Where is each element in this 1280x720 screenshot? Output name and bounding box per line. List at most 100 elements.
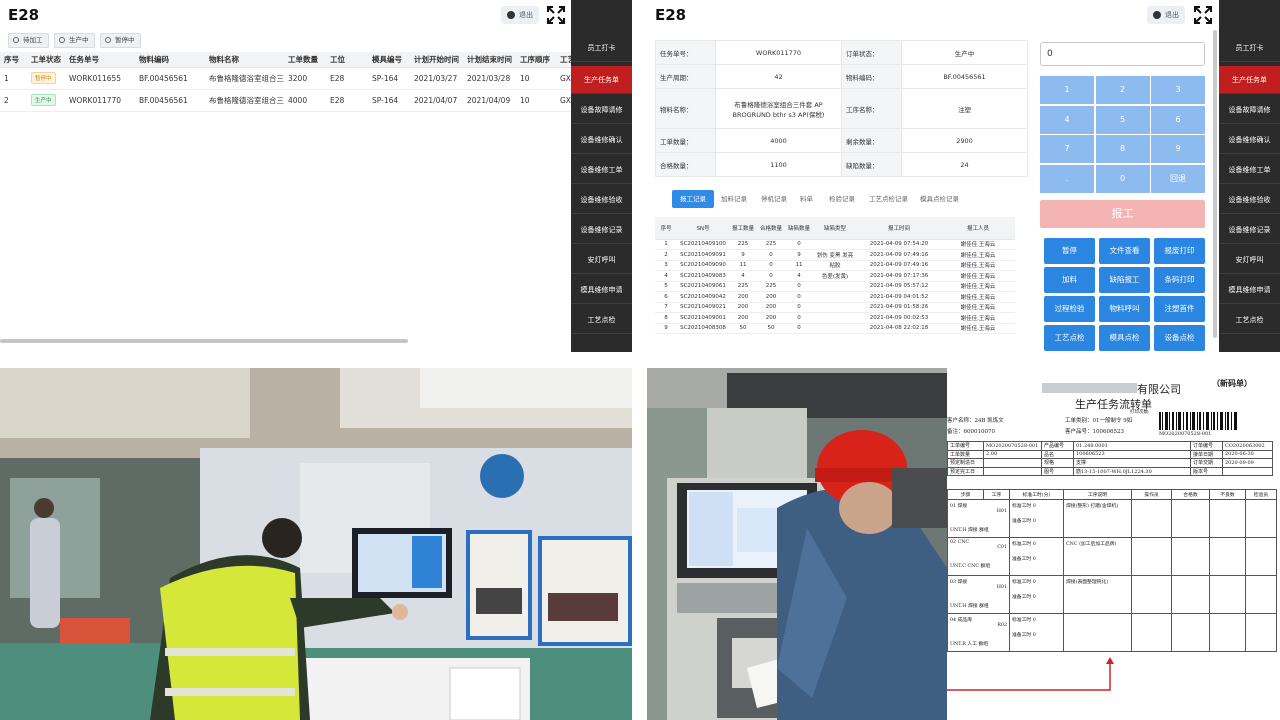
sidebar-item-clock-in[interactable]: 员工打卡: [571, 34, 632, 62]
col-header: 工位: [326, 52, 368, 68]
material-call-button[interactable]: 物料呼叫: [1099, 296, 1150, 322]
report-button[interactable]: 报工: [1040, 200, 1205, 228]
tab-material-list[interactable]: 料单: [792, 190, 821, 208]
barcode-print-button[interactable]: 条码打印: [1154, 267, 1205, 293]
record-row[interactable]: 3 SC20210409090 11 0 11 粘胶 2021-04-09 07:49:16…: [655, 260, 1015, 271]
pause-button[interactable]: 暂停: [1044, 238, 1095, 264]
col-header: 工单状态: [27, 52, 65, 68]
sidebar-menu: 员工打卡 生产任务单 设备故障请修 设备维修确认 设备维修工单 设备维修验收 设…: [1219, 0, 1280, 352]
sidebar-item-repair-record[interactable]: 设备维修记录: [571, 216, 632, 244]
key-backspace[interactable]: 回退: [1151, 164, 1205, 193]
sidebar-item-process-check[interactable]: 工艺点检: [571, 306, 632, 334]
col-header: 工单数量: [284, 52, 326, 68]
task-table: 序号 工单状态 任务单号 物料编码 物料名称 工单数量 工位 模具编号 计划开始…: [0, 52, 581, 112]
sidebar-item-andon[interactable]: 安灯呼叫: [1219, 246, 1280, 274]
record-row[interactable]: 1 SC20210409100 225 225 0 2021-04-09 07:54:20…: [655, 239, 1015, 250]
logout-button[interactable]: 退出: [501, 6, 539, 24]
key-dot[interactable]: .: [1040, 164, 1094, 193]
sidebar-item-repair-order[interactable]: 设备维修工单: [1219, 156, 1280, 184]
tab-feed-record[interactable]: 加料记录: [713, 190, 755, 208]
sidebar-item-repair-confirm[interactable]: 设备维修确认: [571, 126, 632, 154]
equipment-check-button[interactable]: 设备点检: [1154, 325, 1205, 351]
mold-check-button[interactable]: 模具点检: [1099, 325, 1150, 351]
step-row: 01 焊接 H01 UNT.H 焊接 群组 标准工时 0 准备工时 0 焊接(整形) 打磨…: [947, 499, 1277, 538]
view-file-button[interactable]: 文件查看: [1099, 238, 1150, 264]
sidebar-item-repair-accept[interactable]: 设备维修验收: [1219, 186, 1280, 214]
defect-report-button[interactable]: 缺陷报工: [1099, 267, 1150, 293]
record-row[interactable]: 6 SC20210409042 200 200 0 2021-04-09 04:01:52…: [655, 291, 1015, 303]
sidebar-item-repair-order[interactable]: 设备维修工单: [571, 156, 632, 184]
work-order-type: 工单类别：01一般制令 9如: [1065, 418, 1133, 424]
tab-inspection-record[interactable]: 检验记录: [821, 190, 863, 208]
filter-pending-button[interactable]: 待加工: [8, 33, 49, 48]
sidebar-item-andon[interactable]: 安灯呼叫: [571, 246, 632, 274]
add-material-button[interactable]: 加料: [1044, 267, 1095, 293]
sidebar-item-repair-accept[interactable]: 设备维修验收: [571, 186, 632, 214]
sidebar-item-mold-repair[interactable]: 模具维修申请: [1219, 276, 1280, 304]
filter-paused-button[interactable]: 暂停中: [100, 33, 141, 48]
process-inspection-button[interactable]: 过程检验: [1044, 296, 1095, 322]
status-badge: 生产中: [31, 94, 56, 106]
record-row[interactable]: 4 SC20210409083 4 0 4 色差(发黄) 2021-04-09 07:17:…: [655, 270, 1015, 282]
sidebar-item-fault-repair[interactable]: 设备故障请修: [1219, 96, 1280, 124]
key-4[interactable]: 4: [1040, 105, 1094, 134]
table-row[interactable]: 1 暂停中 WORK011655 BF.00456561 布鲁格隆德浴室组合三 …: [0, 67, 581, 90]
task-list-screen: E28 退出 待加工 生产中 暂停中 序号 工单状态 任务单号 物料编码 物料名…: [0, 0, 632, 352]
barcode-number: MO2020070528-001: [1159, 431, 1212, 437]
power-icon: [507, 11, 515, 19]
redacted-company-name: [1042, 383, 1137, 393]
key-1[interactable]: 1: [1040, 76, 1094, 104]
filter-producing-button[interactable]: 生产中: [54, 33, 95, 48]
sidebar-item-task-order[interactable]: 生产任务单: [571, 66, 632, 94]
col-header: 工序顺序: [516, 52, 556, 68]
record-row[interactable]: 9 SC20210408308 50 50 0 2021-04-08 22:02:18 謝佳…: [655, 323, 1015, 334]
key-5[interactable]: 5: [1095, 105, 1150, 134]
sidebar-item-clock-in[interactable]: 员工打卡: [1219, 34, 1280, 62]
record-row[interactable]: 2 SC20210409091 9 0 9 划伤 变黑 发亮 2021-04-09 07:4…: [655, 249, 1015, 261]
fullscreen-icon[interactable]: [547, 6, 565, 24]
status-badge: 暂停中: [31, 72, 56, 84]
company-name: 有限公司: [1137, 383, 1181, 396]
sidebar-item-repair-record[interactable]: 设备维修记录: [1219, 216, 1280, 244]
refresh-icon: [59, 37, 65, 43]
customer-name: 客户名称：24B 凯炼文: [947, 418, 1004, 424]
first-article-button[interactable]: 注塑首件: [1154, 296, 1205, 322]
horizontal-scrollbar[interactable]: [0, 339, 408, 343]
tab-process-check-record[interactable]: 工艺点检记录: [861, 190, 916, 208]
refresh-icon: [105, 37, 111, 43]
key-8[interactable]: 8: [1095, 135, 1150, 163]
vertical-scrollbar[interactable]: [1213, 30, 1217, 338]
scrap-print-button[interactable]: 报废打印: [1154, 238, 1205, 264]
key-3[interactable]: 3: [1151, 76, 1205, 104]
fullscreen-icon[interactable]: [1194, 6, 1212, 24]
step-row: 02 CNC C01 UNT.C CNC 群组 标准工时 0 准备工时 0 CNC (加工…: [947, 537, 1277, 576]
record-row[interactable]: 7 SC20210409021 200 200 0 2021-04-09 01:58:26…: [655, 302, 1015, 313]
sidebar-item-repair-confirm[interactable]: 设备维修确认: [1219, 126, 1280, 154]
sidebar-item-task-order[interactable]: 生产任务单: [1219, 66, 1280, 94]
tab-downtime-record[interactable]: 停机记录: [753, 190, 795, 208]
key-7[interactable]: 7: [1040, 135, 1094, 163]
logout-button[interactable]: 退出: [1147, 6, 1185, 24]
remark: 备注：600010070: [947, 429, 995, 435]
key-0[interactable]: 0: [1095, 164, 1150, 193]
sidebar-item-fault-repair[interactable]: 设备故障请修: [571, 96, 632, 124]
sidebar-item-mold-repair[interactable]: 模具维修申请: [571, 276, 632, 304]
key-9[interactable]: 9: [1151, 135, 1205, 163]
sidebar-menu: 员工打卡 生产任务单 设备故障请修 设备维修确认 设备维修工单 设备维修验收 设…: [571, 0, 632, 352]
key-2[interactable]: 2: [1095, 76, 1150, 104]
barcode-icon: [1159, 412, 1237, 430]
record-row[interactable]: 8 SC20210409001 200 200 0 2021-04-09 00:02:53…: [655, 312, 1015, 324]
sidebar-item-process-check[interactable]: 工艺点检: [1219, 306, 1280, 334]
process-check-button[interactable]: 工艺点检: [1044, 325, 1095, 351]
tab-report-record[interactable]: 报工记录: [672, 190, 714, 208]
record-row[interactable]: 5 SC20210409061 225 225 0 2021-04-09 05:57:12…: [655, 281, 1015, 292]
print-count-label: 打印次数:: [1130, 410, 1150, 415]
key-6[interactable]: 6: [1151, 105, 1205, 134]
quantity-input[interactable]: 0: [1040, 42, 1205, 66]
process-steps-table: 步骤 工序 标准工时(分) 工序说明 操作员 合格数 不良数 检验员 01 焊接…: [947, 489, 1277, 652]
power-icon: [1153, 11, 1161, 19]
col-header: 计划结束时间: [463, 52, 516, 68]
table-row[interactable]: 2 生产中 WORK011770 BF.00456561 布鲁格隆德浴室组合三 …: [0, 89, 581, 112]
tab-mold-check-record[interactable]: 模具点检记录: [912, 190, 967, 208]
red-arrow-icon: [947, 657, 1114, 691]
